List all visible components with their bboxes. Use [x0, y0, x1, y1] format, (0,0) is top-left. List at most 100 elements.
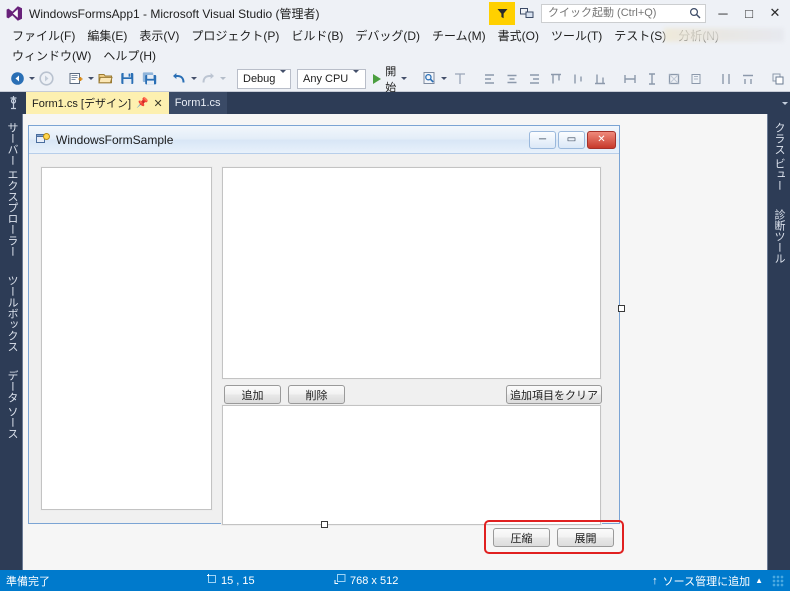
menu-edit[interactable]: 編集(E): [81, 26, 133, 46]
make-same-width-icon[interactable]: [619, 68, 641, 90]
menu-view[interactable]: 表示(V): [133, 26, 185, 46]
button-expand[interactable]: 展開: [557, 528, 614, 547]
form-minimize-button[interactable]: ─: [529, 130, 556, 149]
redo-dropdown-icon[interactable]: [220, 77, 226, 80]
size-value: 768 x 512: [350, 574, 399, 587]
button-add[interactable]: 追加: [224, 385, 281, 404]
navigate-forward-icon[interactable]: [35, 68, 57, 90]
rail-toolbox[interactable]: ツールボックス: [0, 269, 23, 358]
button-delete[interactable]: 削除: [288, 385, 345, 404]
window-title-text: WindowsFormsApp1 - Microsoft Visual Stud…: [29, 6, 273, 21]
align-bottoms-icon[interactable]: [589, 68, 611, 90]
listbox-bottom[interactable]: [222, 405, 601, 525]
quick-launch-input[interactable]: [546, 6, 688, 20]
status-position: 15 , 15: [206, 573, 334, 588]
align-rights-icon[interactable]: [523, 68, 545, 90]
new-project-icon[interactable]: [65, 68, 87, 90]
horizontal-spacing-icon[interactable]: [715, 68, 737, 90]
source-control-caret-icon[interactable]: ▲: [755, 576, 763, 585]
bring-to-front-icon[interactable]: [767, 68, 789, 90]
pin-icon[interactable]: 📌: [136, 98, 148, 109]
button-compress[interactable]: 圧縮: [493, 528, 550, 547]
winforms-form-icon: [36, 132, 51, 147]
start-debug-label: 開始: [385, 65, 397, 94]
document-tab-strip: Form1.cs [デザイン] 📌 ✕ Form1.cs: [0, 92, 790, 114]
menu-tools[interactable]: ツール(T): [545, 26, 608, 46]
status-size: 768 x 512: [334, 573, 398, 588]
sign-in-icon[interactable]: [515, 2, 539, 25]
configuration-combo[interactable]: Debug: [237, 68, 291, 89]
title-bar-right: ─ □ ✕: [489, 1, 788, 25]
save-icon[interactable]: [116, 68, 138, 90]
save-all-icon[interactable]: [138, 68, 160, 90]
listbox-top[interactable]: [222, 167, 601, 379]
rail-server-explorer[interactable]: サーバー エクスプローラー: [0, 116, 23, 263]
listbox-left[interactable]: [41, 167, 212, 510]
maximize-button[interactable]: □: [736, 1, 762, 25]
close-icon[interactable]: ✕: [153, 97, 162, 110]
pin-rail-icon[interactable]: [0, 92, 26, 114]
close-button[interactable]: ✕: [762, 1, 788, 25]
position-icon: [206, 573, 218, 588]
size-to-grid-2-icon[interactable]: [685, 68, 707, 90]
platform-combo[interactable]: Any CPU: [297, 68, 367, 89]
start-debug-button[interactable]: 開始: [369, 66, 410, 94]
menu-debug[interactable]: デバッグ(D): [349, 26, 426, 46]
open-file-icon[interactable]: [94, 68, 116, 90]
tab-form1-code-label: Form1.cs: [174, 97, 221, 109]
align-middles-icon[interactable]: [567, 68, 589, 90]
minimize-button[interactable]: ─: [710, 1, 736, 25]
size-to-grid-icon[interactable]: [449, 68, 471, 90]
rail-data-sources[interactable]: データ ソース: [0, 364, 23, 445]
quick-launch-box[interactable]: [541, 3, 706, 23]
search-icon: [688, 7, 701, 19]
chevron-down-icon[interactable]: [348, 69, 363, 85]
window-title: WindowsFormsApp1 - Microsoft Visual Stud…: [29, 5, 320, 22]
align-lefts-icon[interactable]: [479, 68, 501, 90]
configuration-value: Debug: [243, 72, 276, 85]
align-centers-icon[interactable]: [501, 68, 523, 90]
menu-team[interactable]: チーム(M): [426, 26, 492, 46]
rail-class-view[interactable]: クラス ビュー: [768, 116, 790, 197]
winform-designer-form[interactable]: WindowsFormSample ─ ▭ ✕ 追加 削除 追加項目をクリア 圧…: [28, 125, 624, 554]
make-same-height-icon[interactable]: [641, 68, 663, 90]
menu-file[interactable]: ファイル(F): [6, 26, 81, 46]
tab-form1-code[interactable]: Form1.cs: [168, 92, 227, 114]
upload-arrow-icon: ↑: [652, 574, 658, 587]
make-same-size-icon[interactable]: [663, 68, 685, 90]
button-clear-added-items[interactable]: 追加項目をクリア: [506, 385, 602, 404]
form-client-area[interactable]: 追加 削除 追加項目をクリア 圧縮 展開: [29, 154, 624, 554]
menu-test[interactable]: テスト(S): [608, 26, 672, 46]
size-icon: [334, 573, 347, 588]
menu-help[interactable]: ヘルプ(H): [97, 46, 162, 66]
form-close-button[interactable]: ✕: [587, 130, 616, 149]
tab-overflow-icon[interactable]: [782, 101, 788, 105]
status-source-control[interactable]: ↑ ソース管理に追加 ▲: [652, 573, 784, 589]
find-in-files-icon[interactable]: [418, 68, 440, 90]
visual-studio-window: WindowsFormsApp1 - Microsoft Visual Stud…: [0, 0, 790, 591]
feedback-funnel-icon[interactable]: [489, 1, 515, 25]
platform-value: Any CPU: [303, 72, 349, 85]
undo-icon[interactable]: [168, 68, 190, 90]
start-dropdown-icon[interactable]: [401, 77, 408, 80]
rail-diagnostic-tools[interactable]: 診断ツール: [768, 203, 790, 270]
resize-grip[interactable]: [772, 574, 784, 587]
menu-project[interactable]: プロジェクト(P): [185, 26, 285, 46]
menu-window[interactable]: ウィンドウ(W): [6, 46, 97, 66]
chevron-down-icon[interactable]: [275, 69, 290, 85]
form-maximize-button[interactable]: ▭: [558, 130, 585, 149]
form-designer-canvas[interactable]: WindowsFormSample ─ ▭ ✕ 追加 削除 追加項目をクリア 圧…: [22, 114, 768, 570]
selection-handle-right[interactable]: [618, 305, 625, 312]
align-tops-icon[interactable]: [545, 68, 567, 90]
tab-form1-design[interactable]: Form1.cs [デザイン] 📌 ✕: [26, 92, 169, 114]
tab-strip-right: [781, 92, 790, 114]
redo-icon[interactable]: [197, 68, 219, 90]
menu-build[interactable]: ビルド(B): [285, 26, 349, 46]
vertical-spacing-icon[interactable]: [737, 68, 759, 90]
play-icon: [373, 73, 382, 84]
selection-handle-bottom[interactable]: [321, 521, 328, 528]
form-window-controls: ─ ▭ ✕: [529, 130, 616, 149]
find-dropdown-icon[interactable]: [441, 77, 448, 80]
menu-format[interactable]: 書式(O): [492, 26, 545, 46]
navigate-back-icon[interactable]: [6, 68, 28, 90]
